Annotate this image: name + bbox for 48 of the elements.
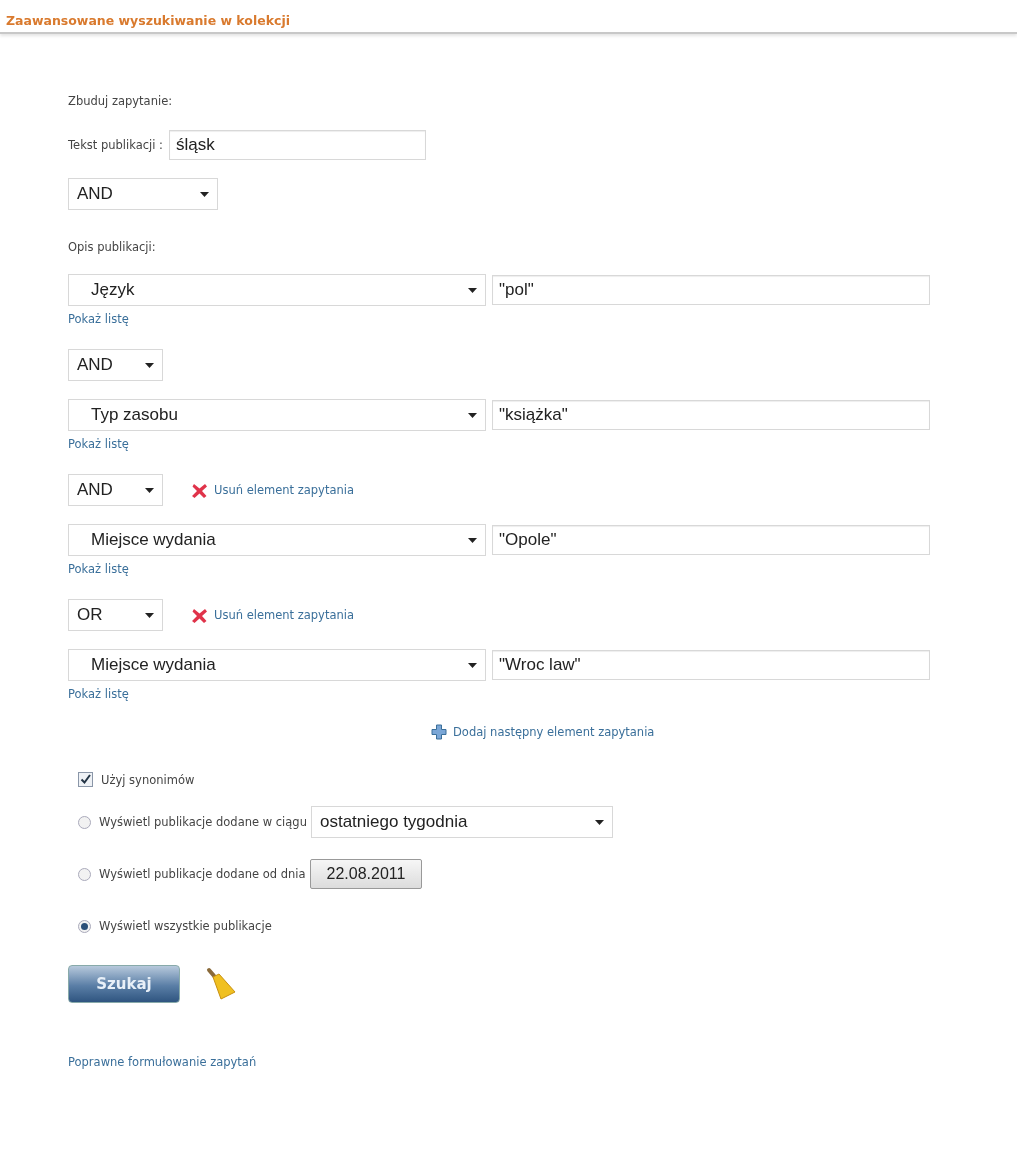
- dropdown-arrow-icon: [145, 362, 154, 368]
- value-input[interactable]: "pol": [492, 275, 930, 305]
- synonyms-checkbox[interactable]: [78, 772, 93, 787]
- add-element-link[interactable]: Dodaj następny element zapytania: [431, 724, 655, 740]
- remove-link[interactable]: Usuń element zapytania: [191, 481, 354, 499]
- delete-icon: [191, 606, 208, 624]
- field-select[interactable]: Typ zasobu: [68, 399, 486, 431]
- radio-label: Wyświetl publikacje dodane w ciągu: [99, 815, 307, 829]
- dropdown-arrow-icon: [468, 537, 477, 543]
- value-input[interactable]: "książka": [492, 400, 930, 430]
- delete-icon: [191, 481, 208, 499]
- field-select[interactable]: Język: [68, 274, 486, 306]
- text-input[interactable]: śląsk: [169, 130, 426, 160]
- period-select[interactable]: ostatniego tygodnia: [310, 806, 613, 838]
- date-button[interactable]: 22.08.2011: [309, 859, 423, 889]
- operator-select[interactable]: OR: [68, 599, 163, 631]
- radio-button[interactable]: [78, 815, 91, 829]
- radio-button[interactable]: [78, 867, 91, 881]
- operator-select[interactable]: AND: [68, 349, 163, 381]
- show-list-link[interactable]: Pokaż listę: [68, 312, 129, 326]
- dropdown-arrow-icon: [468, 662, 477, 668]
- dropdown-arrow-icon: [200, 191, 209, 197]
- field-select[interactable]: Miejsce wydania: [68, 524, 486, 556]
- dropdown-arrow-icon: [145, 487, 154, 493]
- page-title: Zaawansowane wyszukiwanie w kolekcji: [6, 13, 290, 28]
- show-list-link[interactable]: Pokaż listę: [68, 562, 129, 576]
- section-heading: Zbuduj zapytanie:: [68, 94, 174, 108]
- remove-link[interactable]: Usuń element zapytania: [191, 606, 354, 624]
- operator-select[interactable]: AND: [68, 474, 163, 506]
- broom-icon[interactable]: [204, 967, 238, 1001]
- radio-label: Wyświetl publikacje dodane od dnia: [99, 867, 306, 881]
- help-link[interactable]: Poprawne formułowanie zapytań: [68, 1055, 257, 1069]
- section-label: Opis publikacji:: [68, 240, 157, 254]
- operator-select[interactable]: AND: [68, 178, 218, 210]
- dropdown-arrow-icon: [468, 412, 477, 418]
- value-input[interactable]: "Wroc law": [492, 650, 930, 680]
- dropdown-arrow-icon: [594, 819, 604, 825]
- plus-icon: [431, 724, 447, 740]
- dropdown-arrow-icon: [468, 287, 477, 293]
- show-list-link[interactable]: Pokaż listę: [68, 687, 129, 701]
- show-list-link[interactable]: Pokaż listę: [68, 437, 129, 451]
- field-select[interactable]: Miejsce wydania: [68, 649, 486, 681]
- radio-label: Wyświetl wszystkie publikacje: [99, 919, 272, 933]
- dropdown-arrow-icon: [145, 612, 154, 618]
- value-input[interactable]: "Opole": [492, 525, 930, 555]
- radio-button[interactable]: [78, 919, 91, 933]
- field-label: Tekst publikacji :: [68, 138, 163, 152]
- checkbox-label: Użyj synonimów: [101, 772, 195, 787]
